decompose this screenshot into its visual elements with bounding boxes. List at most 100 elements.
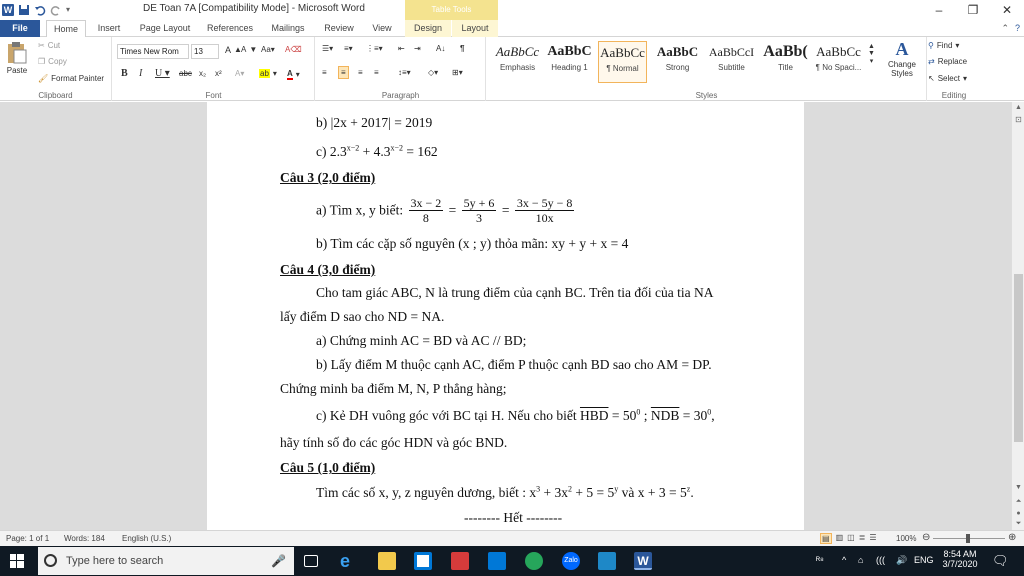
scrollbar-thumb[interactable] — [1014, 274, 1023, 442]
page-count[interactable]: Page: 1 of 1 — [6, 534, 49, 543]
help-icon[interactable]: ? — [1015, 23, 1020, 34]
more-styles-icon[interactable]: ▾ — [870, 57, 874, 65]
word-app-icon[interactable]: W — [2, 4, 14, 16]
style-heading-1[interactable]: AaBbC Heading 1 — [545, 41, 594, 83]
clock[interactable]: 8:54 AM 3/7/2020 — [942, 549, 978, 569]
show-formatting-marks-button[interactable]: ¶ — [460, 44, 464, 53]
borders-button[interactable]: ⊞▾ — [452, 68, 463, 77]
bold-button[interactable]: B — [121, 68, 128, 79]
decrease-indent-button[interactable]: ⇤ — [398, 44, 405, 53]
ruler-toggle-icon[interactable]: ⊡ — [1012, 114, 1024, 126]
minimize-ribbon-icon[interactable]: ⌃ — [1001, 23, 1009, 34]
tab-review[interactable]: Review — [320, 20, 358, 37]
font-size-dropdown[interactable]: 13 — [191, 44, 219, 59]
copy-button[interactable]: ❐ Copy — [38, 57, 67, 66]
paste-button[interactable]: Paste — [6, 41, 28, 75]
tab-page-layout[interactable]: Page Layout — [137, 20, 193, 37]
grow-font-button[interactable]: A ▲ — [225, 45, 242, 55]
scroll-up-arrow-icon[interactable]: ▲ — [1012, 102, 1024, 114]
highlight-color-button[interactable]: ab ▾ — [259, 69, 277, 78]
style-normal[interactable]: AaBbCc ¶ Normal — [598, 41, 647, 83]
tab-design[interactable]: Design — [405, 20, 451, 37]
change-case-button[interactable]: Aa▾ — [261, 45, 275, 54]
task-view-icon[interactable] — [304, 555, 318, 567]
taskbar-search-box[interactable]: Type here to search 🎤 — [38, 547, 294, 575]
align-left-button[interactable]: ≡ — [322, 68, 327, 77]
redo-icon[interactable] — [50, 4, 62, 16]
close-button[interactable]: ✕ — [990, 0, 1024, 20]
justify-button[interactable]: ≡ — [374, 68, 379, 77]
word-taskbar-icon[interactable]: W — [634, 552, 652, 570]
previous-page-icon[interactable]: ⏶ — [1012, 496, 1024, 508]
align-right-button[interactable]: ≡ — [358, 68, 363, 77]
restore-button[interactable]: ❐ — [956, 0, 990, 20]
document-page[interactable]: b) |2x + 2017| = 2019 c) 2.3x−2 + 4.3x−2… — [207, 102, 804, 530]
input-language[interactable]: ENG — [914, 555, 934, 565]
save-icon[interactable] — [18, 4, 30, 16]
notification-center-icon[interactable]: 🗨 — [992, 553, 1009, 569]
mail-icon[interactable] — [488, 552, 506, 570]
style-subtitle[interactable]: AaBbCcI Subtitle — [707, 41, 756, 83]
style-title[interactable]: AaBb( Title — [761, 41, 810, 83]
volume-icon[interactable]: 🔊 — [896, 555, 907, 566]
document-area[interactable]: b) |2x + 2017| = 2019 c) 2.3x−2 + 4.3x−2… — [0, 102, 1011, 530]
web-layout-icon[interactable]: ◫ — [847, 533, 855, 544]
align-center-button[interactable]: ≡ — [338, 66, 349, 79]
print-layout-icon[interactable]: ▤ — [820, 533, 832, 544]
network-icon[interactable]: ⌂ — [858, 555, 863, 565]
tab-references[interactable]: References — [202, 20, 258, 37]
tab-mailings[interactable]: Mailings — [266, 20, 310, 37]
find-button[interactable]: ⚲ Find ▾ — [928, 41, 959, 50]
word-count[interactable]: Words: 184 — [64, 534, 105, 543]
superscript-button[interactable]: x² — [215, 69, 222, 78]
tab-home[interactable]: Home — [46, 20, 86, 38]
gift-app-icon[interactable] — [451, 552, 469, 570]
draft-icon[interactable]: ☰ — [869, 533, 876, 544]
people-icon[interactable]: ᴿ⁸ — [816, 555, 824, 565]
increase-indent-button[interactable]: ⇥ — [414, 44, 421, 53]
edge-browser-icon[interactable]: e — [340, 552, 358, 570]
language-indicator[interactable]: English (U.S.) — [122, 534, 171, 543]
styles-scroll-buttons[interactable]: ▲ ▼ ▾ — [868, 43, 875, 65]
tab-layout[interactable]: Layout — [452, 20, 498, 37]
style-no-spacing[interactable]: AaBbCc ¶ No Spaci... — [814, 41, 863, 83]
text-effects-button[interactable]: A▾ — [235, 69, 244, 78]
vertical-scrollbar[interactable]: ▲ ⊡ ▼ ⏶ ● ⏷ — [1011, 102, 1024, 530]
file-explorer-icon[interactable] — [378, 552, 396, 570]
minimize-button[interactable]: – — [922, 0, 956, 20]
zoom-slider-knob[interactable] — [966, 534, 970, 543]
zoom-out-button[interactable]: ⊖ — [922, 532, 930, 543]
tab-insert[interactable]: Insert — [92, 20, 126, 37]
refresh-app-icon[interactable] — [525, 552, 543, 570]
wifi-icon[interactable]: ((( — [876, 555, 885, 565]
numbering-button[interactable]: ≡▾ — [344, 44, 353, 53]
line-spacing-button[interactable]: ↕≡▾ — [398, 68, 411, 77]
store-icon[interactable] — [414, 552, 432, 570]
customize-qat-icon[interactable]: ▾ — [66, 4, 78, 16]
tab-view[interactable]: View — [366, 20, 398, 37]
zoom-level[interactable]: 100% — [896, 534, 916, 543]
tab-file[interactable]: File — [0, 20, 40, 37]
shading-button[interactable]: ◇▾ — [428, 68, 438, 77]
font-color-button[interactable]: A ▾ — [287, 69, 300, 80]
style-emphasis[interactable]: AaBbCc Emphasis — [493, 41, 542, 83]
zoom-in-button[interactable]: ⊕ — [1008, 532, 1016, 543]
shrink-font-button[interactable]: A ▼ — [241, 45, 257, 54]
show-hidden-icons-icon[interactable]: ^ — [842, 555, 846, 565]
format-painter-button[interactable]: 🖌 Format Painter — [38, 74, 104, 83]
app-window-icon[interactable] — [598, 552, 616, 570]
bullets-button[interactable]: ☰▾ — [322, 44, 333, 53]
full-screen-reading-icon[interactable]: ▥ — [836, 533, 844, 544]
replace-button[interactable]: ⇄ Replace — [928, 57, 967, 66]
microphone-icon[interactable]: 🎤 — [271, 547, 286, 575]
style-strong[interactable]: AaBbC Strong — [653, 41, 702, 83]
change-styles-button[interactable]: A Change Styles — [883, 39, 921, 78]
scroll-down-icon[interactable]: ▼ — [868, 50, 875, 57]
strikethrough-button[interactable]: abc — [179, 69, 192, 78]
clear-formatting-icon[interactable]: A⌫ — [285, 45, 302, 54]
sort-button[interactable]: A↓ — [436, 44, 445, 53]
scroll-down-arrow-icon[interactable]: ▼ — [1012, 482, 1024, 494]
subscript-button[interactable]: x₂ — [199, 69, 206, 78]
select-button[interactable]: ↖ Select ▾ — [928, 74, 967, 83]
windows-start-icon[interactable] — [10, 554, 24, 570]
